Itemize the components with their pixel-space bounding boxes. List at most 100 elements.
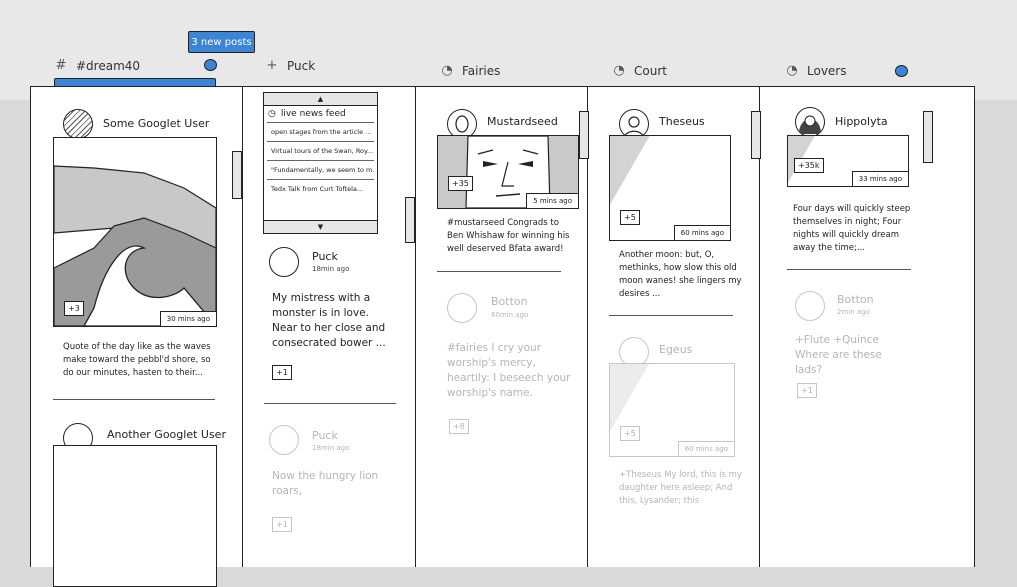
plus-one-badge[interactable]: +35k [794, 158, 824, 173]
avatar [269, 247, 299, 277]
post-text: +Theseus My lord, this is my daughter he… [619, 470, 742, 506]
feed-item[interactable]: open stages from the article ... [267, 122, 374, 141]
column-header-court[interactable]: ◔ Court [612, 63, 667, 78]
column-header-lovers[interactable]: ◔ Lovers [785, 63, 847, 78]
divider [787, 269, 911, 270]
post-image[interactable]: +35k 33 mins ago [787, 135, 909, 187]
post-image[interactable]: +3 30 mins ago [53, 137, 217, 327]
avatar [269, 425, 299, 455]
divider [264, 403, 396, 404]
post-text: #fairies I cry your worship's mercy, hea… [447, 342, 571, 399]
avatar [63, 109, 93, 139]
column-dream40: Some Googlet User +3 30 mins ago Quote o… [31, 87, 243, 587]
plus-one-badge[interactable]: +3 [64, 301, 84, 316]
landscape-wave-image [54, 138, 216, 326]
hash-icon: # [55, 58, 67, 73]
author-name: Egeus [659, 343, 693, 356]
column-header-puck[interactable]: + Puck [265, 58, 316, 73]
divider [609, 315, 733, 316]
post-card[interactable]: Botton 60min ago #fairies I cry your wor… [415, 287, 580, 447]
post-card[interactable]: Mustardseed +35 5 mins ago #mustarseed C… [415, 87, 580, 272]
new-posts-button[interactable]: 3 new posts [188, 31, 255, 53]
timestamp: 33 mins ago [851, 171, 908, 186]
column-puck: ▲ ◷ live news feed open stages from the a… [242, 87, 416, 567]
feed-item[interactable]: Virtual tours of the Swan, Roy... [267, 141, 374, 160]
author-name: Puck [312, 250, 338, 263]
scroll-down-icon[interactable]: ▼ [264, 220, 377, 233]
column-header-dream40[interactable]: # #dream40 [54, 58, 141, 73]
plus-one-badge[interactable]: +8 [449, 419, 469, 434]
timestamp: 60min ago [491, 311, 529, 319]
column-title: Puck [287, 58, 316, 73]
spinner-icon: ◔ [441, 63, 453, 78]
author-name: Some Googlet User [103, 117, 210, 130]
author-name: Puck [312, 429, 338, 442]
post-card[interactable]: Puck 18min ago Now the hungry lion roars… [242, 417, 412, 567]
author-name: Botton [491, 295, 528, 308]
author-name: Botton [837, 293, 874, 306]
column-title: Court [634, 63, 667, 78]
author-name: Mustardseed [487, 115, 558, 128]
post-card[interactable]: Hippolyta +35k 33 mins ago Four days wil… [759, 87, 929, 267]
plus-one-badge[interactable]: +1 [272, 365, 292, 380]
live-news-feed: ▲ ◷ live news feed open stages from the a… [263, 92, 378, 234]
notification-dot[interactable] [895, 65, 908, 77]
timestamp: 60 mins ago [677, 441, 734, 456]
divider [437, 271, 561, 272]
timestamp: 18min ago [312, 444, 350, 452]
spinner-icon: ◔ [613, 63, 625, 78]
spinner-icon: ◔ [786, 63, 798, 78]
post-card[interactable]: Another Googlet User [31, 417, 231, 587]
board: Some Googlet User +3 30 mins ago Quote o… [30, 86, 975, 587]
column-title: Lovers [807, 63, 847, 78]
plus-one-badge[interactable]: +1 [797, 383, 817, 398]
feed-item[interactable]: "Fundamentally, we seem to m... [267, 160, 374, 179]
timestamp: 2min ago [837, 308, 870, 316]
column-title: Fairies [462, 63, 501, 78]
feed-item[interactable]: Tedx Talk from Curt Toftela... [267, 179, 374, 198]
plus-one-badge[interactable]: +35 [448, 176, 473, 191]
post-image[interactable]: +5 60 mins ago [609, 135, 731, 241]
plus-one-badge[interactable]: +1 [272, 517, 292, 532]
post-card[interactable]: Theseus +5 60 mins ago Another moon: but… [587, 87, 752, 307]
post-text: Four days will quickly steep themselves … [793, 204, 911, 253]
person-icon [623, 116, 645, 138]
post-image[interactable]: +5 60 mins ago [609, 363, 735, 457]
post-card[interactable]: Some Googlet User +3 30 mins ago Quote o… [31, 87, 231, 407]
avatar [447, 293, 477, 323]
post-card[interactable]: Egeus +5 60 mins ago +Theseus My lord, t… [587, 327, 752, 527]
person-icon [799, 115, 821, 134]
face-icon [455, 115, 469, 133]
post-card[interactable]: Botton 2min ago +Flute +Quince Where are… [759, 283, 929, 423]
column-court: Theseus +5 60 mins ago Another moon: but… [587, 87, 761, 567]
plus-icon: + [266, 58, 278, 73]
feed-title: live news feed [280, 109, 346, 119]
column-fairies: Mustardseed +35 5 mins ago #mustarseed C… [415, 87, 589, 567]
post-text: My mistress with a monster is in love. N… [272, 292, 386, 349]
avatar [795, 107, 825, 137]
post-image[interactable]: +35 5 mins ago [437, 135, 579, 209]
post-text: Another moon: but, O, methinks, how slow… [619, 250, 742, 299]
post-image[interactable] [53, 445, 217, 587]
post-text: Quote of the day like as the waves make … [63, 342, 211, 378]
post-card[interactable]: Puck 18min ago My mistress with a monste… [242, 237, 412, 407]
scroll-up-icon[interactable]: ▲ [264, 93, 377, 106]
new-posts-indicator [204, 59, 217, 71]
avatar [795, 291, 825, 321]
timestamp: 5 mins ago [526, 193, 578, 208]
column-header-fairies[interactable]: ◔ Fairies [440, 63, 500, 78]
timestamp: 60 mins ago [673, 225, 730, 240]
plus-one-badge[interactable]: +5 [620, 426, 640, 441]
author-name: Another Googlet User [107, 428, 226, 441]
scrollbar[interactable] [232, 151, 242, 199]
timestamp: 18min ago [312, 265, 350, 273]
author-name: Hippolyta [835, 115, 888, 128]
column-title: #dream40 [76, 58, 141, 73]
divider [53, 399, 215, 400]
column-lovers: Hippolyta +35k 33 mins ago Four days wil… [759, 87, 974, 567]
clock-icon: ◷ [268, 109, 276, 119]
plus-one-badge[interactable]: +5 [620, 210, 640, 225]
timestamp: 30 mins ago [159, 311, 216, 326]
author-name: Theseus [659, 115, 705, 128]
post-text: Now the hungry lion roars, [272, 470, 379, 497]
